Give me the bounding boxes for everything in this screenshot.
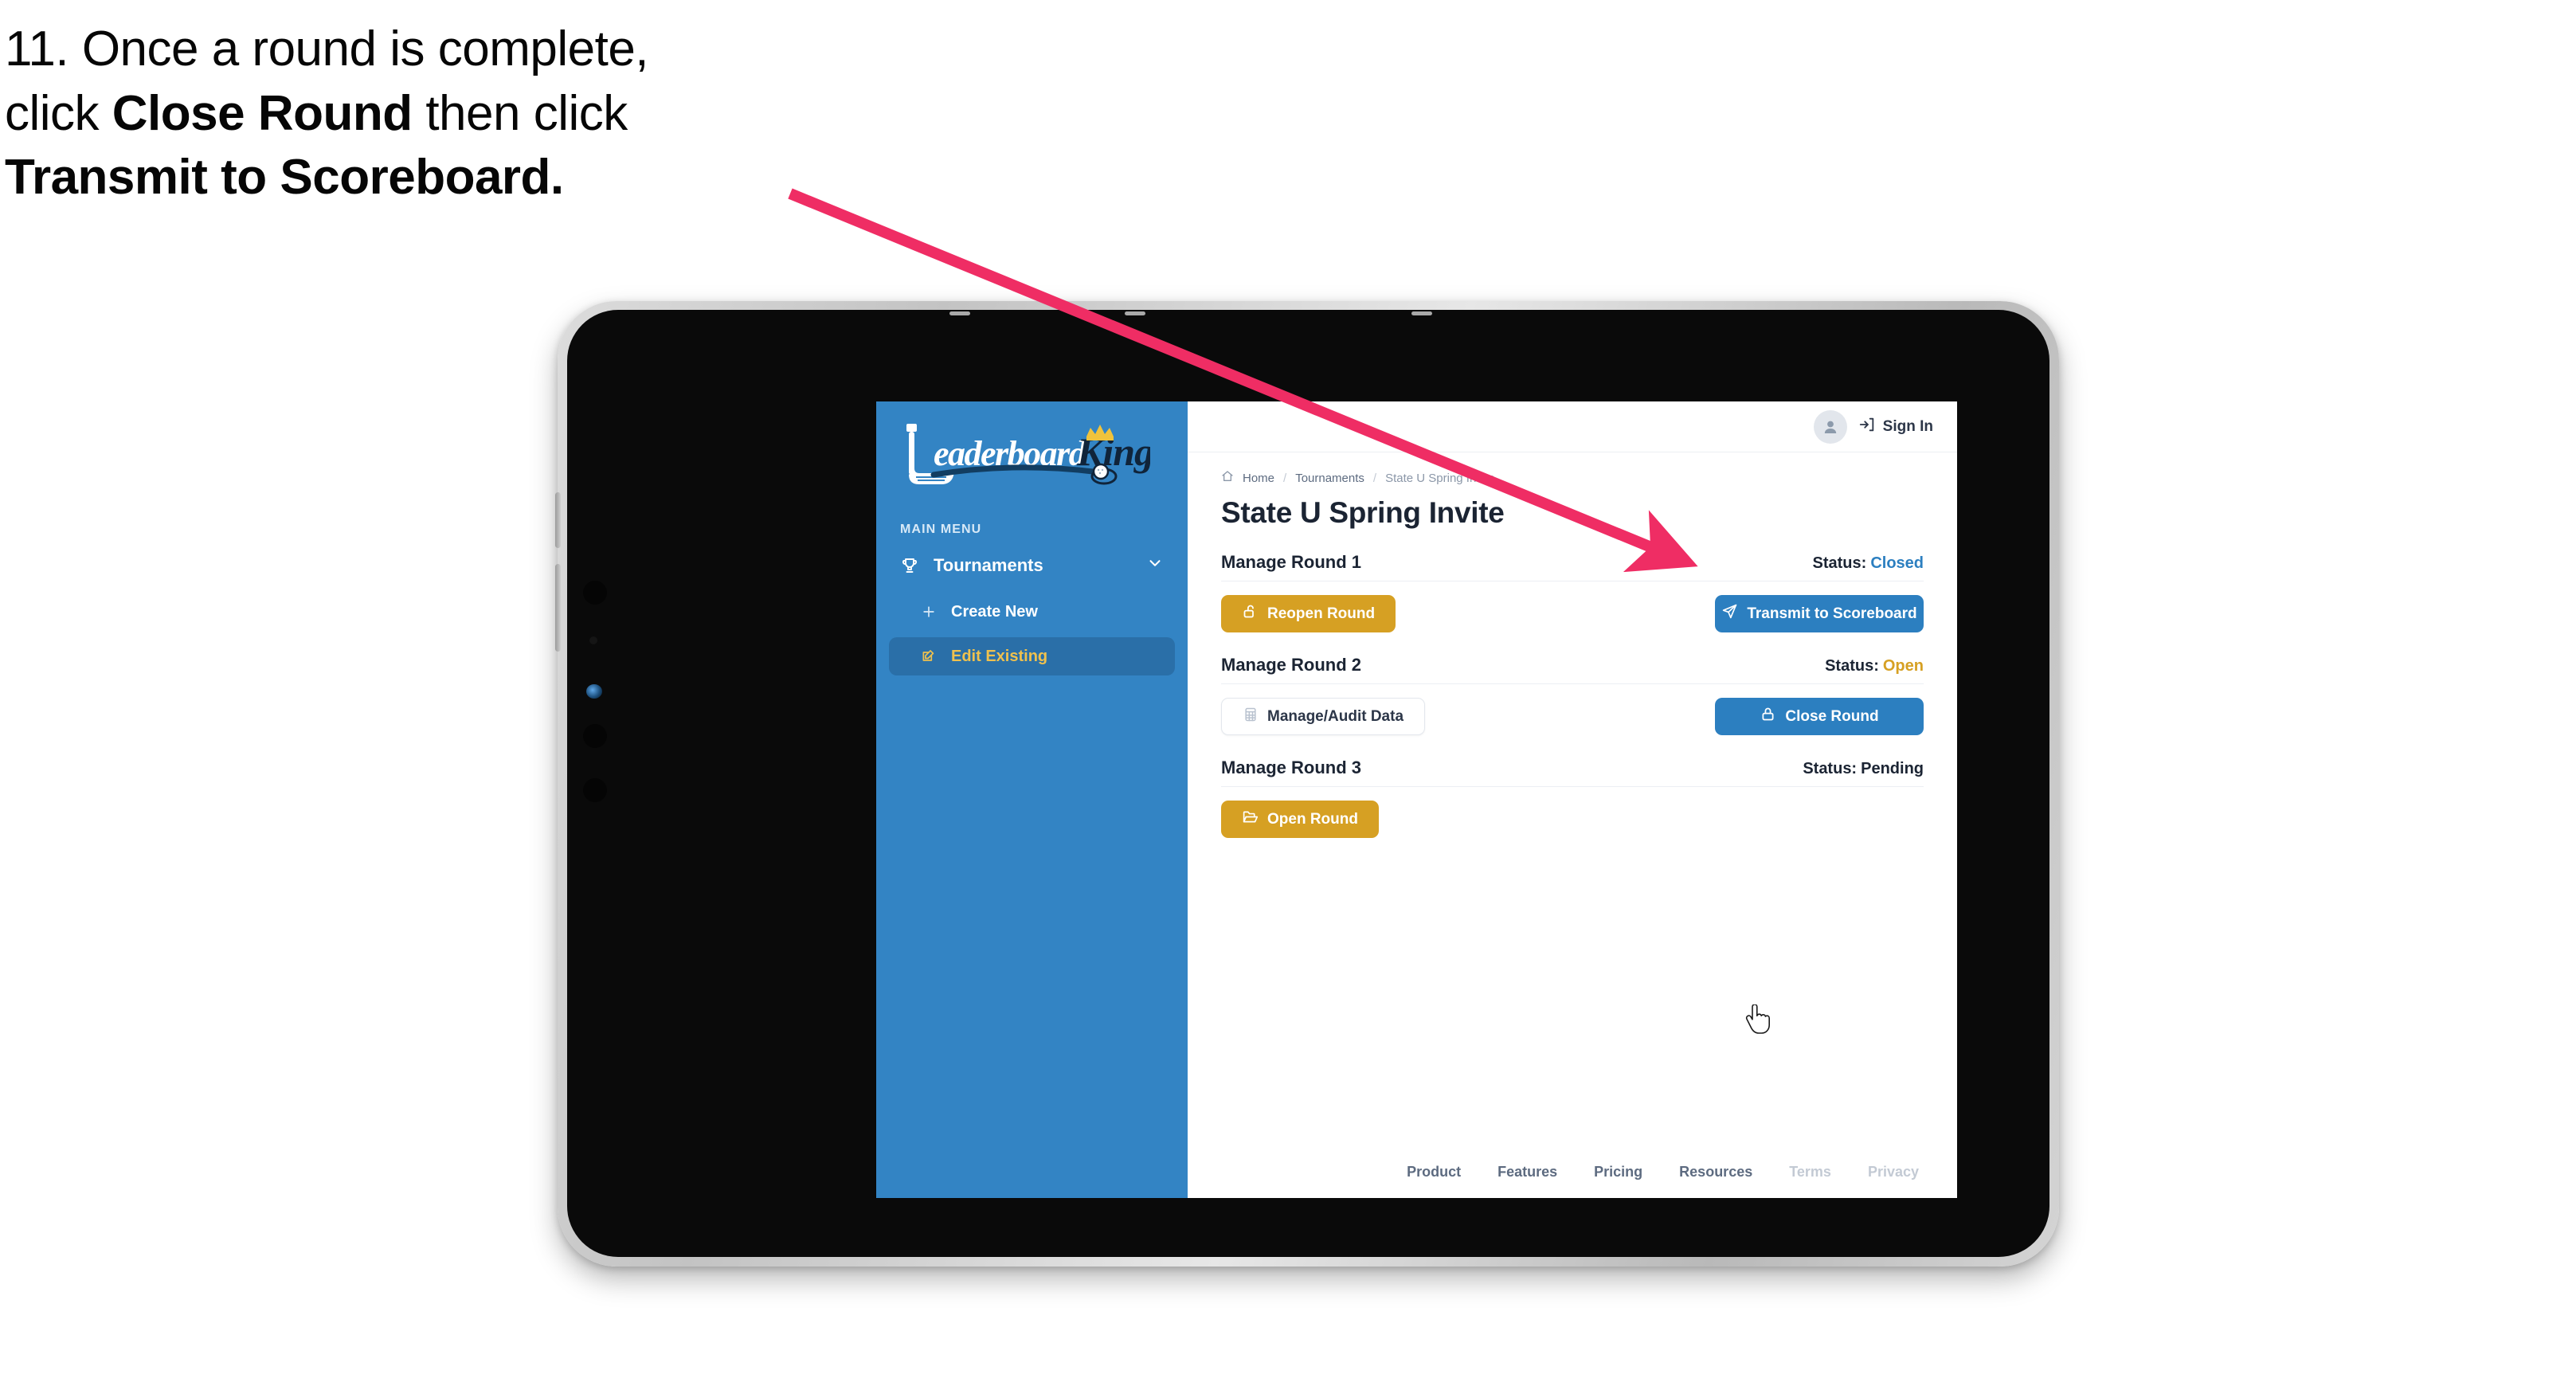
indicator-led-icon <box>586 684 602 699</box>
open-round-label: Open Round <box>1267 810 1358 828</box>
round-3-title: Manage Round 3 <box>1221 758 1362 777</box>
content-area: Home / Tournaments / State U Spring Invi… <box>1188 452 1957 1164</box>
round-1-status: Status: Closed <box>1813 554 1924 573</box>
microphone-sensor-icon <box>589 636 597 644</box>
caption-line-2-suffix: then click <box>412 85 628 141</box>
footer-link-terms[interactable]: Terms <box>1789 1164 1831 1180</box>
sign-in-icon <box>1858 416 1876 438</box>
caption-line-3: Transmit to Scoreboard. <box>5 146 881 210</box>
sidebar-item-label-edit-existing: Edit Existing <box>951 647 1048 665</box>
round-2-header: Manage Round 2 Status: Open <box>1221 655 1924 684</box>
round-3-actions: Open Round <box>1221 801 1924 838</box>
sign-in-label: Sign In <box>1882 417 1933 435</box>
round-3-status-value: Pending <box>1861 760 1924 777</box>
sidebar: eaderboard King MAIN MENU Tournaments Cr… <box>876 401 1188 1198</box>
plus-icon <box>921 604 943 620</box>
folder-open-icon <box>1242 808 1259 830</box>
footer-link-pricing[interactable]: Pricing <box>1594 1164 1642 1180</box>
sidebar-item-label-tournaments: Tournaments <box>934 555 1043 575</box>
unlock-icon <box>1242 603 1259 624</box>
footer-link-privacy[interactable]: Privacy <box>1868 1164 1919 1180</box>
pointing-hand-cursor <box>1744 1004 1771 1035</box>
bezel-mark-right <box>1411 311 1432 315</box>
footer-link-features[interactable]: Features <box>1497 1164 1557 1180</box>
round-2-actions: Manage/Audit Data Close Round <box>1221 698 1924 735</box>
home-icon[interactable] <box>1221 470 1234 486</box>
round-3-header: Manage Round 3 Status: Pending <box>1221 758 1924 787</box>
instruction-caption: 11. Once a round is complete, click Clos… <box>5 18 881 210</box>
round-1-status-label: Status: <box>1812 554 1867 572</box>
open-round-button[interactable]: Open Round <box>1221 801 1379 838</box>
volume-down-button[interactable] <box>555 564 561 652</box>
crown-icon <box>1086 425 1114 440</box>
close-round-label: Close Round <box>1785 707 1879 725</box>
transmit-to-scoreboard-button[interactable]: Transmit to Scoreboard <box>1715 595 1924 632</box>
send-icon <box>1721 603 1738 624</box>
trophy-icon <box>900 556 924 575</box>
round-block-1: Manage Round 1 Status: Closed Reopen Rou… <box>1221 552 1924 632</box>
tablet-bezel: eaderboard King MAIN MENU Tournaments Cr… <box>567 310 2049 1257</box>
reopen-round-button[interactable]: Reopen Round <box>1221 595 1396 632</box>
footer-link-resources[interactable]: Resources <box>1679 1164 1752 1180</box>
footer-link-product[interactable]: Product <box>1407 1164 1461 1180</box>
sidebar-item-label-create-new: Create New <box>951 602 1038 621</box>
transmit-to-scoreboard-label: Transmit to Scoreboard <box>1747 605 1917 622</box>
top-bar: Sign In <box>1188 401 1957 452</box>
sidebar-item-create-new[interactable]: Create New <box>889 593 1175 631</box>
caption-transmit-emphasis: Transmit to Scoreboard. <box>5 150 564 206</box>
edit-square-icon <box>921 648 943 664</box>
round-block-2: Manage Round 2 Status: Open Manage/Audit… <box>1221 655 1924 735</box>
app-viewport: eaderboard King MAIN MENU Tournaments Cr… <box>876 401 1957 1198</box>
caption-line-1-text: 11. Once a round is complete, <box>5 22 649 76</box>
lock-icon <box>1760 706 1776 727</box>
manage-audit-data-button[interactable]: Manage/Audit Data <box>1221 698 1426 735</box>
round-3-status-label: Status: <box>1803 760 1858 777</box>
breadcrumb-item-current: State U Spring Invite <box>1385 471 1495 485</box>
round-2-title: Manage Round 2 <box>1221 655 1362 675</box>
page-title: State U Spring Invite <box>1221 496 1505 529</box>
proximity-sensor-icon <box>583 724 607 748</box>
round-1-actions: Reopen Round Transmit to Scoreboard <box>1221 595 1924 632</box>
leaderboard-king-logo[interactable]: eaderboard King <box>895 419 1150 492</box>
volume-up-button[interactable] <box>555 492 561 548</box>
round-3-status: Status: Pending <box>1803 760 1924 778</box>
breadcrumb: Home / Tournaments / State U Spring Invi… <box>1221 470 1924 486</box>
round-2-status-label: Status: <box>1825 657 1879 675</box>
sidebar-item-tournaments[interactable]: Tournaments <box>889 545 1175 586</box>
round-2-status: Status: Open <box>1825 657 1924 675</box>
breadcrumb-item-home[interactable]: Home <box>1243 472 1274 485</box>
user-avatar-icon[interactable] <box>1813 409 1847 444</box>
manage-audit-data-label: Manage/Audit Data <box>1267 707 1404 725</box>
ambient-sensor-icon <box>583 778 607 802</box>
sidebar-section-label: MAIN MENU <box>900 523 982 536</box>
round-1-title: Manage Round 1 <box>1221 552 1362 572</box>
breadcrumb-item-tournaments[interactable]: Tournaments <box>1295 472 1364 485</box>
round-block-3: Manage Round 3 Status: Pending Open Roun… <box>1221 758 1924 838</box>
round-2-status-value: Open <box>1882 657 1924 675</box>
breadcrumb-separator: / <box>1283 471 1287 485</box>
round-1-status-value: Closed <box>1870 554 1924 572</box>
caption-line-2: click Close Round then click <box>5 82 881 147</box>
footer: Product Features Pricing Resources Terms… <box>1188 1164 1957 1198</box>
close-round-button[interactable]: Close Round <box>1715 698 1924 735</box>
tablet-device: eaderboard King MAIN MENU Tournaments Cr… <box>555 301 2059 1267</box>
chevron-down-icon[interactable] <box>1146 554 1164 577</box>
caption-close-round-emphasis: Close Round <box>112 85 413 141</box>
main-panel: Sign In Home / Tournaments / State U Spr… <box>1188 401 1957 1198</box>
bezel-mark-mid <box>1125 311 1145 315</box>
bezel-mark-left <box>949 311 970 315</box>
breadcrumb-separator: / <box>1372 471 1377 485</box>
table-grid-icon <box>1243 707 1259 727</box>
round-1-header: Manage Round 1 Status: Closed <box>1221 552 1924 581</box>
sidebar-item-edit-existing[interactable]: Edit Existing <box>889 637 1175 675</box>
camera-sensor-icon <box>583 581 607 605</box>
reopen-round-label: Reopen Round <box>1267 605 1376 622</box>
caption-line-1: 11. Once a round is complete, <box>5 18 881 82</box>
caption-line-2-prefix: click <box>5 85 112 141</box>
sign-in-button[interactable]: Sign In <box>1858 416 1933 438</box>
